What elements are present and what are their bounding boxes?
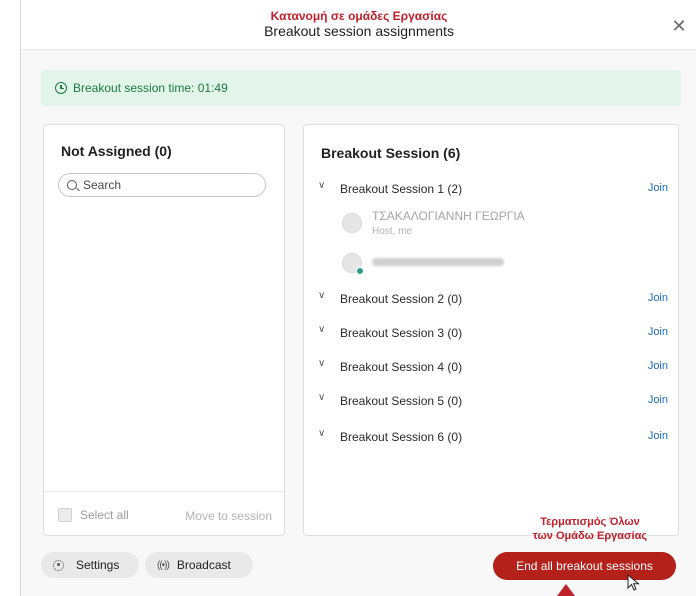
annotation-bottom-line1: Τερματισμός Όλων — [540, 516, 640, 528]
session-name: Breakout Session 4 (0) — [340, 360, 463, 374]
annotation-top: Κατανομή σε ομάδες Εργασίας — [270, 9, 448, 23]
session-name: Breakout Session 2 (0) — [340, 292, 463, 306]
avatar — [342, 253, 364, 275]
participant-role: Host, me — [372, 226, 413, 237]
session-row-5[interactable]: ∨ Breakout Session 5 (0) Join — [304, 391, 678, 411]
select-all-checkbox[interactable]: Select all — [58, 508, 129, 522]
end-all-sessions-button[interactable]: End all breakout sessions — [493, 552, 676, 580]
session-name: Breakout Session 1 (2) — [340, 182, 463, 196]
annotation-arrow-icon — [557, 584, 575, 596]
chevron-down-icon[interactable]: ∨ — [318, 180, 325, 191]
join-button[interactable]: Join — [648, 394, 668, 406]
search-icon — [67, 180, 77, 190]
breakout-dialog: Κατανομή σε ομάδες Εργασίας Breakout ses… — [20, 0, 696, 596]
participant-name: ΤΣΑΚΑΛΟΓΙΑΝΝΗ ΓΕΩΡΓΙΑ — [372, 209, 525, 223]
dialog-title: Breakout session assignments — [264, 23, 454, 39]
breakout-sessions-panel: Breakout Session (6) ∨ Breakout Session … — [303, 124, 679, 536]
join-button[interactable]: Join — [648, 326, 668, 338]
chevron-down-icon[interactable]: ∨ — [318, 358, 325, 369]
join-button[interactable]: Join — [648, 292, 668, 304]
avatar — [342, 213, 362, 233]
annotation-bottom: Τερματισμός Όλων των Ομάδω Εργασίας — [513, 515, 667, 543]
session-row-2[interactable]: ∨ Breakout Session 2 (0) Join — [304, 289, 678, 309]
title-bar: Κατανομή σε ομάδες Εργασίας Breakout ses… — [21, 0, 696, 50]
session-timer-banner: Breakout session time: 01:49 — [41, 70, 681, 106]
session-row-6[interactable]: ∨ Breakout Session 6 (0) Join — [304, 427, 678, 447]
close-icon[interactable]: ✕ — [669, 16, 689, 36]
broadcast-icon: ((•)) — [157, 559, 170, 571]
broadcast-label: Broadcast — [176, 558, 231, 572]
join-button[interactable]: Join — [648, 360, 668, 372]
timer-text: Breakout session time: 01:49 — [73, 81, 228, 95]
participant-row[interactable] — [342, 249, 642, 281]
gear-icon — [53, 559, 64, 571]
session-name: Breakout Session 3 (0) — [340, 326, 463, 340]
clock-icon — [55, 82, 67, 94]
chevron-down-icon[interactable]: ∨ — [318, 428, 325, 439]
chevron-down-icon[interactable]: ∨ — [318, 290, 325, 301]
checkbox-icon[interactable] — [58, 508, 72, 522]
annotation-bottom-line2: των Ομάδω Εργασίας — [532, 530, 648, 542]
status-dot-icon — [356, 267, 364, 275]
participant-row[interactable]: ΤΣΑΚΑΛΟΓΙΑΝΝΗ ΓΕΩΡΓΙΑ Host, me — [342, 209, 642, 241]
search-input[interactable]: Search — [58, 173, 266, 197]
sessions-heading: Breakout Session (6) — [321, 145, 461, 161]
search-placeholder: Search — [83, 178, 122, 192]
chevron-down-icon[interactable]: ∨ — [318, 324, 325, 335]
join-button[interactable]: Join — [648, 182, 668, 194]
settings-button[interactable]: Settings — [41, 552, 139, 578]
broadcast-button[interactable]: ((•)) Broadcast — [145, 552, 253, 578]
divider — [44, 491, 284, 492]
join-button[interactable]: Join — [648, 430, 668, 442]
session-name: Breakout Session 5 (0) — [340, 394, 463, 408]
mouse-cursor-icon — [627, 574, 640, 591]
select-all-label: Select all — [80, 508, 129, 522]
session-row-4[interactable]: ∨ Breakout Session 4 (0) Join — [304, 357, 678, 377]
session-name: Breakout Session 6 (0) — [340, 430, 463, 444]
blurred-participant-name — [372, 258, 504, 266]
settings-label: Settings — [76, 558, 120, 572]
session-row-1[interactable]: ∨ Breakout Session 1 (2) Join — [304, 179, 678, 199]
chevron-down-icon[interactable]: ∨ — [318, 392, 325, 403]
not-assigned-heading: Not Assigned (0) — [61, 143, 172, 159]
not-assigned-panel: Not Assigned (0) Search Select all Move … — [43, 124, 285, 536]
move-to-session-button[interactable]: Move to session — [185, 509, 272, 523]
session-row-3[interactable]: ∨ Breakout Session 3 (0) Join — [304, 323, 678, 343]
